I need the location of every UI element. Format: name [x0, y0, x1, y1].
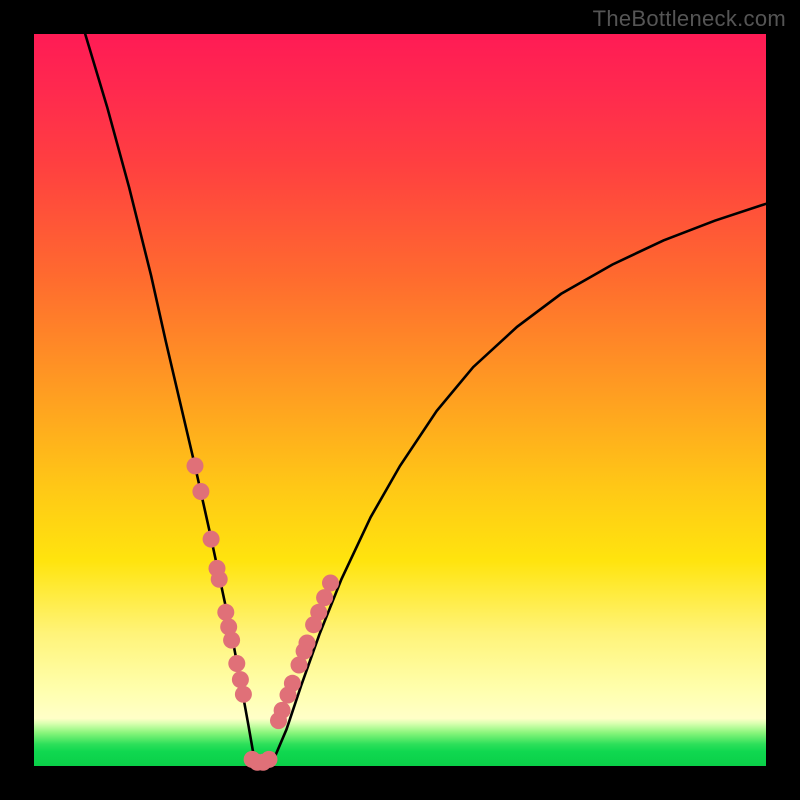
- marker-dot: [316, 589, 333, 606]
- markers-group: [187, 457, 340, 770]
- watermark-text: TheBottleneck.com: [593, 6, 786, 32]
- marker-dot: [284, 675, 301, 692]
- marker-dot: [232, 671, 249, 688]
- chart-svg: [34, 34, 766, 766]
- marker-dot: [274, 702, 291, 719]
- marker-dot: [211, 571, 228, 588]
- marker-dot: [261, 751, 278, 768]
- chart-frame: TheBottleneck.com: [0, 0, 800, 800]
- marker-dot: [299, 635, 316, 652]
- marker-dot: [192, 483, 209, 500]
- marker-dot: [228, 655, 245, 672]
- marker-dot: [310, 604, 327, 621]
- marker-dot: [322, 575, 339, 592]
- bottleneck-curve: [85, 34, 766, 765]
- plot-area: [34, 34, 766, 766]
- marker-dot: [203, 531, 220, 548]
- marker-dot: [223, 632, 240, 649]
- marker-dot: [235, 686, 252, 703]
- marker-dot: [217, 604, 234, 621]
- marker-dot: [187, 457, 204, 474]
